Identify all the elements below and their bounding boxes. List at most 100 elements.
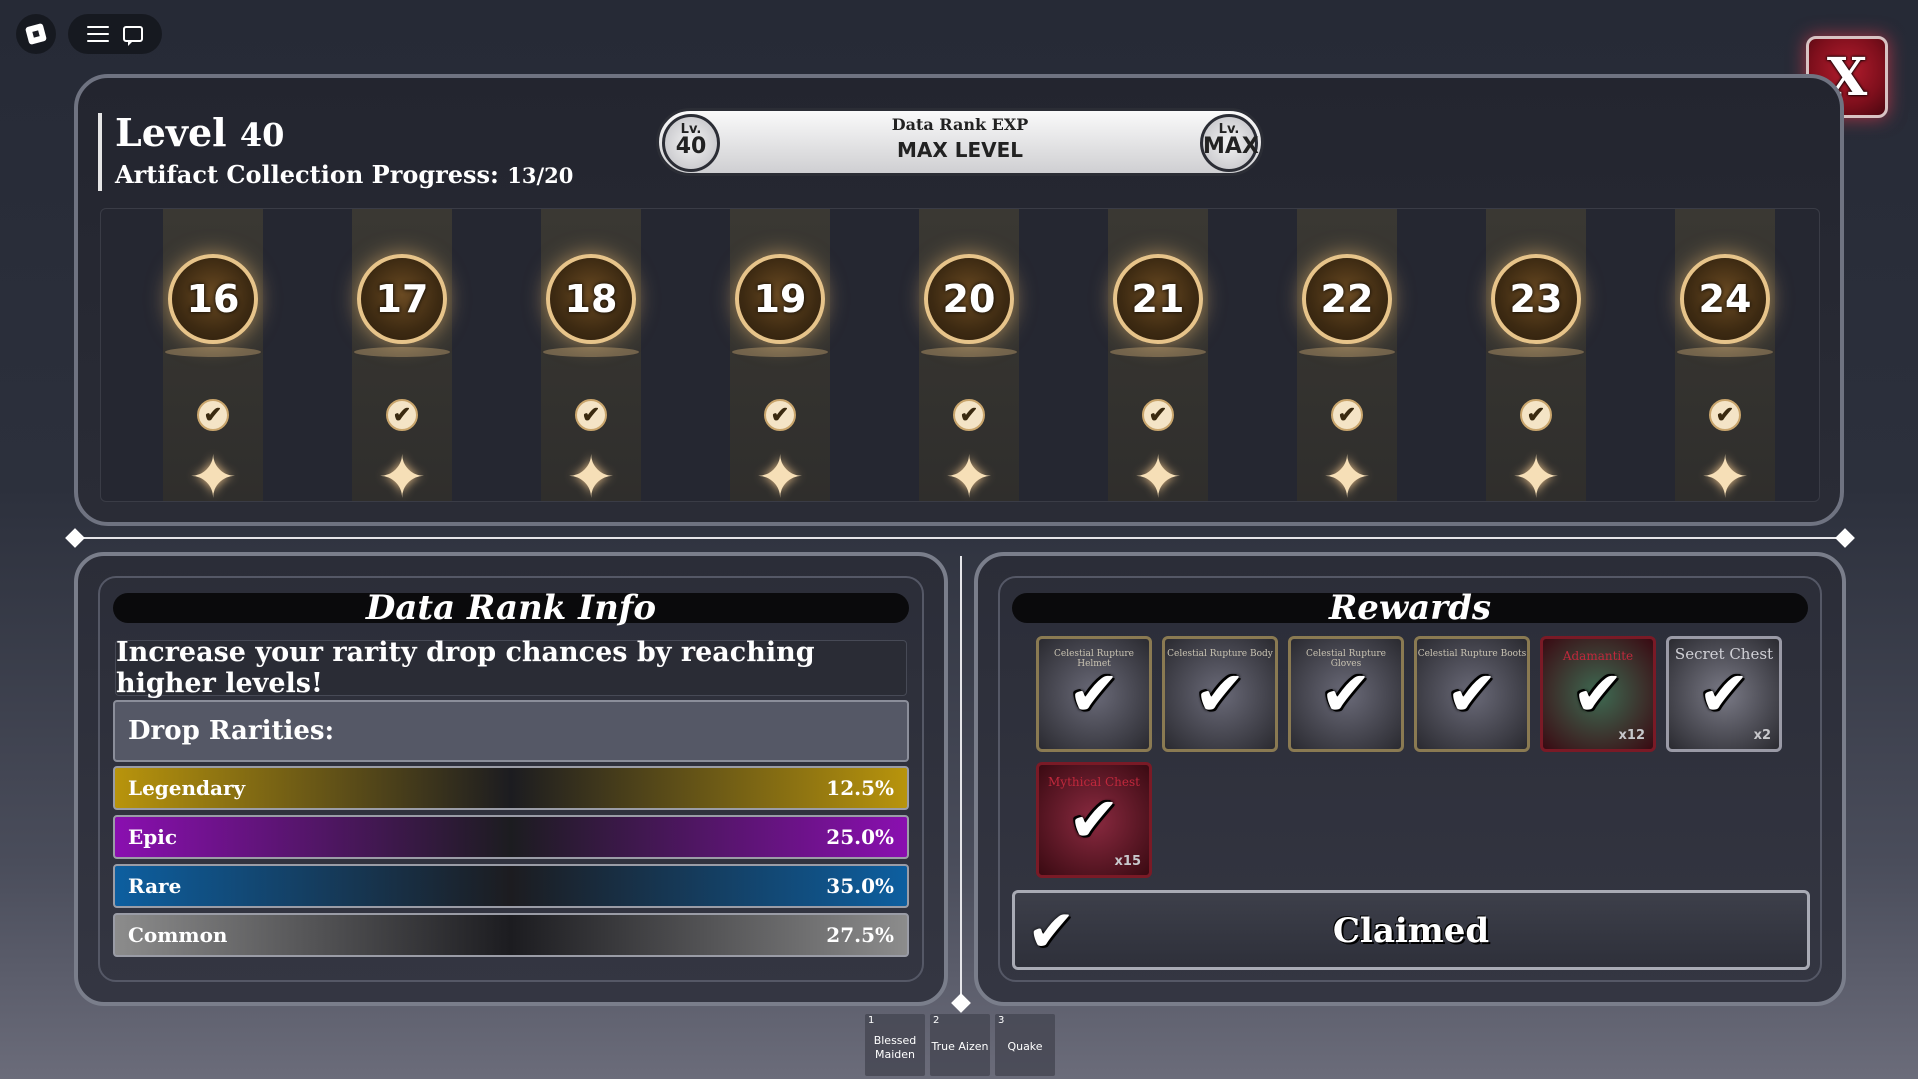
hotbar-slot-number: 2 — [933, 1015, 940, 1026]
medal-pedestal — [921, 347, 1017, 357]
reward-claimed-check-icon: ✔ — [1572, 657, 1624, 730]
rarity-name: Common — [128, 923, 228, 947]
data-rank-description: Increase your rarity drop chances by rea… — [115, 637, 907, 699]
claimed-check-icon: ✔ — [386, 399, 418, 431]
rarity-row-common: Common 27.5% — [113, 913, 909, 957]
hotbar-slot-number: 1 — [868, 1015, 875, 1026]
medal-pedestal — [732, 347, 828, 357]
divider-horizontal — [76, 537, 1846, 539]
level-reward-track[interactable]: 16 ✔ ✦ 17 ✔ ✦ 18 ✔ ✦ 19 ✔ ✦ 20 ✔ ✦ 21 ✔ ✦ 22 ✔ ✦ 23 ✔ ✦ 24 ✔ ✦ — [100, 208, 1820, 502]
claimed-check-icon: ✔ — [1142, 399, 1174, 431]
level-medal[interactable]: 23 — [1491, 254, 1581, 344]
claimed-check-icon: ✔ — [197, 399, 229, 431]
reward-item[interactable]: Secret Chest ✔ x2 — [1666, 636, 1782, 752]
level-accent-bar — [98, 113, 102, 191]
sparkle-icon: ✦ — [1700, 443, 1750, 502]
rarity-value: 27.5% — [826, 923, 894, 947]
level-value: 40 — [239, 116, 285, 154]
sparkle-icon: ✦ — [755, 443, 805, 502]
reward-claimed-check-icon: ✔ — [1446, 657, 1498, 730]
claimed-label: Claimed — [1332, 911, 1490, 951]
reward-item[interactable]: Adamantite ✔ x12 — [1540, 636, 1656, 752]
data-rank-info-title: Data Rank Info — [113, 591, 909, 625]
hotbar-slot-label: Blessed Maiden — [873, 1034, 917, 1061]
sparkle-icon: ✦ — [188, 443, 238, 502]
hamburger-icon[interactable] — [87, 26, 109, 42]
medal-pedestal — [165, 347, 261, 357]
exp-status: MAX LEVEL — [896, 138, 1024, 162]
sparkle-icon: ✦ — [1511, 443, 1561, 502]
reward-item-quantity: x12 — [1618, 728, 1645, 743]
artifact-progress-label: Artifact Collection Progress: — [115, 160, 499, 189]
level-medal[interactable]: 21 — [1113, 254, 1203, 344]
level-medal[interactable]: 16 — [168, 254, 258, 344]
medal-pedestal — [1677, 347, 1773, 357]
exp-right-value: MAX — [1203, 134, 1259, 159]
rarity-value: 12.5% — [826, 776, 894, 800]
rarity-name: Rare — [128, 874, 182, 898]
reward-claimed-check-icon: ✔ — [1320, 657, 1372, 730]
medal-pedestal — [1488, 347, 1584, 357]
rarity-value: 35.0% — [826, 874, 894, 898]
roblox-menu-button[interactable] — [16, 14, 56, 54]
hotbar-slot-1[interactable]: 1 Blessed Maiden — [865, 1014, 925, 1076]
sparkle-icon: ✦ — [377, 443, 427, 502]
medal-pedestal — [354, 347, 450, 357]
hotbar-slot-3[interactable]: 3 Quake — [995, 1014, 1055, 1076]
divider-diamond-left — [65, 528, 85, 548]
reward-item-quantity: x15 — [1114, 854, 1141, 869]
roblox-logo-icon — [24, 22, 48, 46]
reward-item[interactable]: Celestial Rupture Helmet ✔ — [1036, 636, 1152, 752]
rarity-row-rare: Rare 35.0% — [113, 864, 909, 908]
rarity-name: Epic — [128, 825, 178, 849]
rarity-row-epic: Epic 25.0% — [113, 815, 909, 859]
rewards-title: Rewards — [1012, 591, 1808, 625]
level-medal[interactable]: 19 — [735, 254, 825, 344]
chat-icon[interactable] — [123, 26, 143, 46]
level-title: Level 40 — [115, 110, 284, 155]
claimed-check-icon: ✔ — [764, 399, 796, 431]
reward-item[interactable]: Celestial Rupture Boots ✔ — [1414, 636, 1530, 752]
divider-diamond-right — [1835, 528, 1855, 548]
medal-pedestal — [543, 347, 639, 357]
level-medal[interactable]: 18 — [546, 254, 636, 344]
sparkle-icon: ✦ — [1133, 443, 1183, 502]
hotbar-slot-label: True Aizen — [931, 1040, 989, 1053]
rarity-name: Legendary — [128, 776, 246, 800]
claimed-button[interactable]: ✔ Claimed — [1012, 890, 1810, 970]
reward-claimed-check-icon: ✔ — [1194, 657, 1246, 730]
rarity-row-legendary: Legendary 12.5% — [113, 766, 909, 810]
level-word: Level — [115, 110, 227, 155]
divider-diamond-bottom — [951, 993, 971, 1013]
exp-bar: Lv. 40 Data Rank EXP MAX LEVEL Lv. MAX — [656, 108, 1264, 176]
rarity-value: 25.0% — [826, 825, 894, 849]
sparkle-icon: ✦ — [1322, 443, 1372, 502]
level-medal[interactable]: 17 — [357, 254, 447, 344]
reward-item[interactable]: Celestial Rupture Body ✔ — [1162, 636, 1278, 752]
hotbar-slot-label: Quake — [1007, 1040, 1043, 1053]
claimed-check-icon: ✔ — [1709, 399, 1741, 431]
claimed-check-icon: ✔ — [1520, 399, 1552, 431]
reward-claimed-check-icon: ✔ — [1068, 657, 1120, 730]
level-medal[interactable]: 24 — [1680, 254, 1770, 344]
drop-rarities-header: Drop Rarities: — [113, 700, 909, 762]
sparkle-icon: ✦ — [944, 443, 994, 502]
reward-item[interactable]: Mythical Chest ✔ x15 — [1036, 762, 1152, 878]
reward-claimed-check-icon: ✔ — [1698, 657, 1750, 730]
topbar-group — [68, 14, 162, 54]
reward-item-quantity: x2 — [1753, 728, 1771, 743]
level-medal[interactable]: 20 — [924, 254, 1014, 344]
artifact-progress: Artifact Collection Progress: 13/20 — [115, 160, 573, 189]
sparkle-icon: ✦ — [566, 443, 616, 502]
claimed-check-icon: ✔ — [1331, 399, 1363, 431]
divider-vertical — [960, 556, 962, 1004]
exp-title: Data Rank EXP — [891, 115, 1029, 134]
reward-item[interactable]: Celestial Rupture Gloves ✔ — [1288, 636, 1404, 752]
artifact-progress-value: 13/20 — [507, 163, 574, 188]
reward-claimed-check-icon: ✔ — [1068, 783, 1120, 856]
hotbar-slot-number: 3 — [998, 1015, 1005, 1026]
medal-pedestal — [1299, 347, 1395, 357]
exp-next-level-badge: Lv. MAX — [1200, 114, 1259, 172]
level-medal[interactable]: 22 — [1302, 254, 1392, 344]
hotbar-slot-2[interactable]: 2 True Aizen — [930, 1014, 990, 1076]
